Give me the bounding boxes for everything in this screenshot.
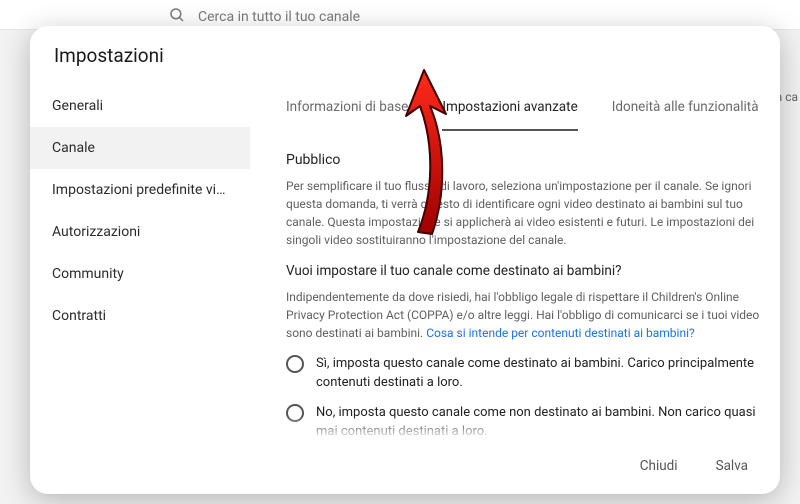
audience-heading: Pubblico	[286, 150, 760, 171]
sidebar-item-agreements[interactable]: Contratti	[30, 295, 250, 337]
audience-option-no[interactable]: No, imposta questo canale come non desti…	[286, 403, 760, 441]
tab-basic-info[interactable]: Informazioni di base	[286, 87, 408, 131]
close-button[interactable]: Chiudi	[626, 450, 692, 482]
radio-label: Sì, imposta questo canale come destinato…	[316, 354, 760, 393]
settings-content: Informazioni di base Impostazioni avanza…	[250, 81, 780, 440]
modal-title: Impostazioni	[30, 26, 780, 81]
audience-option-yes[interactable]: Sì, imposta questo canale come destinato…	[286, 354, 760, 393]
channel-tabs: Informazioni di base Impostazioni avanza…	[286, 87, 760, 132]
tab-feature-eligibility[interactable]: Idoneità alle funzionalità	[612, 87, 759, 131]
audience-description: Per semplificare il tuo flusso di lavoro…	[286, 177, 760, 249]
sidebar-item-upload-defaults[interactable]: Impostazioni predefinite vide…	[30, 169, 250, 211]
sidebar-item-community[interactable]: Community	[30, 253, 250, 295]
search-placeholder: Cerca in tutto il tuo canale	[198, 9, 360, 25]
global-search[interactable]: Cerca in tutto il tuo canale	[168, 0, 360, 28]
audience-question: Vuoi impostare il tuo canale come destin…	[286, 261, 760, 281]
settings-sidebar: Generali Canale Impostazioni predefinite…	[30, 81, 250, 440]
sidebar-item-general[interactable]: Generali	[30, 85, 250, 127]
radio-label: No, imposta questo canale come non desti…	[316, 403, 760, 441]
audience-legal-text: Indipendentemente da dove risiedi, hai l…	[286, 288, 760, 342]
radio-icon	[286, 355, 304, 373]
sidebar-item-channel[interactable]: Canale	[30, 127, 250, 169]
sidebar-item-permissions[interactable]: Autorizzazioni	[30, 211, 250, 253]
search-icon	[168, 6, 186, 28]
modal-footer: Chiudi Salva	[30, 440, 780, 494]
radio-icon	[286, 404, 304, 422]
coppa-help-link[interactable]: Cosa si intende per contenuti destinati …	[426, 326, 694, 340]
tab-advanced-settings[interactable]: Impostazioni avanzate	[442, 87, 577, 131]
settings-modal: Impostazioni Generali Canale Impostazion…	[30, 26, 780, 494]
save-button[interactable]: Salva	[702, 450, 762, 482]
